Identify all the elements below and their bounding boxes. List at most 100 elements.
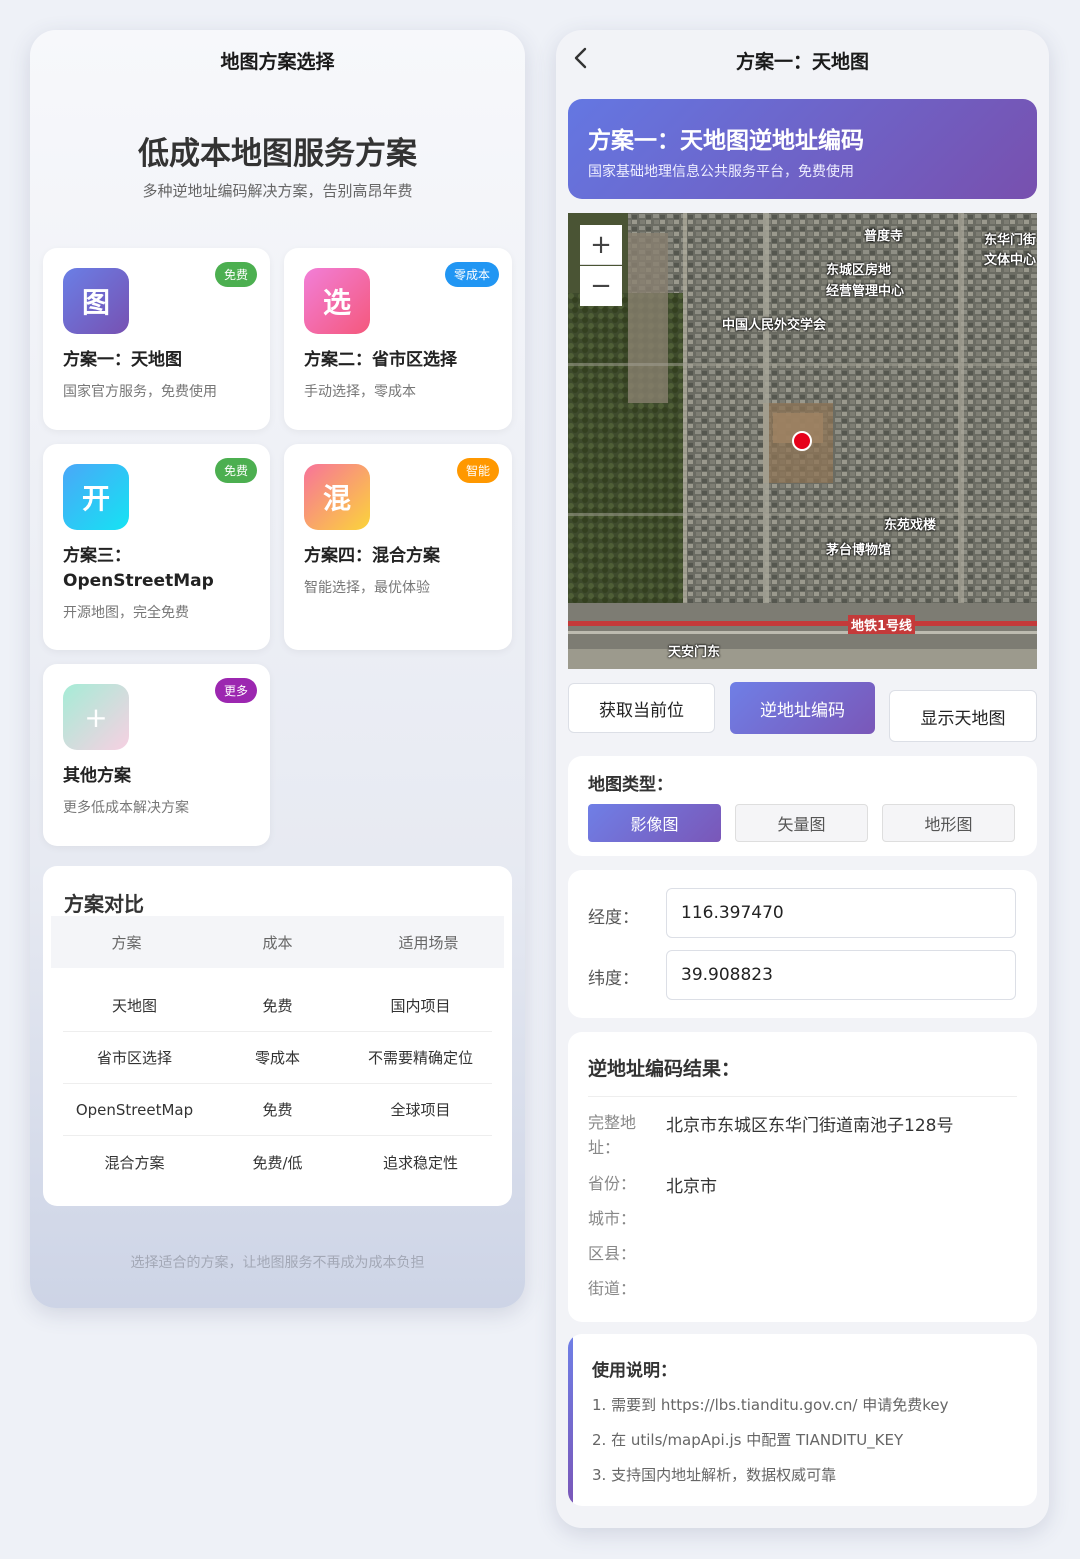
table-cell: 追求稳定性 xyxy=(382,1153,458,1172)
location-marker xyxy=(792,431,812,451)
header-scheme: 方案 xyxy=(111,933,142,952)
footer-note: 选择适合的方案，让地图服务不再成为成本负担 xyxy=(130,1255,425,1271)
header-cost: 成本 xyxy=(262,933,293,952)
card-title: 方案三： OpenStreetMap xyxy=(63,544,256,594)
map-type-imagery[interactable]: 影像图 xyxy=(588,804,721,842)
table-row: OpenStreetMap 免费 全球项目 xyxy=(63,1084,492,1136)
map-type-section: 地图类型： 影像图 矢量图 地形图 xyxy=(568,756,1037,856)
card-desc: 手动选择，零成本 xyxy=(304,384,416,400)
table-row: 混合方案 免费/低 追求稳定性 xyxy=(63,1136,492,1188)
map-label: 东苑戏楼 xyxy=(884,518,937,533)
table-cell: 国内项目 xyxy=(390,997,451,1015)
district-label: 区县： xyxy=(588,1244,637,1263)
map-label: 天安门东 xyxy=(668,645,721,660)
geocode-result-section: 逆地址编码结果： 完整地 址： 北京市东城区东华门街道南池子128号 省份： 北… xyxy=(568,1032,1037,1322)
table-cell: 全球项目 xyxy=(390,1101,451,1119)
full-address-value: 北京市东城区东华门街道南池子128号 xyxy=(666,1116,954,1136)
comparison-table: 方案对比 方案 成本 适用场景 天地图 免费 国内项目 省市区选择 零成本 不需… xyxy=(43,866,512,1206)
scheme-card-region-select[interactable]: 选 零成本 方案二：省市区选择 手动选择，零成本 xyxy=(284,248,512,430)
card-desc: 开源地图，完全免费 xyxy=(63,605,189,621)
table-cell: 免费 xyxy=(262,1101,293,1119)
full-address-label-line1: 完整地 xyxy=(588,1113,637,1132)
table-cell: 免费 xyxy=(262,997,293,1015)
scheme-card-tianditu[interactable]: 图 免费 方案一：天地图 国家官方服务，免费使用 xyxy=(43,248,270,430)
scheme-card-more[interactable]: + 更多 其他方案 更多低成本解决方案 xyxy=(43,664,270,846)
hero-title: 低成本地图服务方案 xyxy=(138,136,417,172)
map-type-label: 地图类型： xyxy=(588,775,673,795)
city-label: 城市： xyxy=(588,1209,637,1228)
scheme-card-openstreetmap[interactable]: 开 免费 方案三： OpenStreetMap 开源地图，完全免费 xyxy=(43,444,270,650)
nav-title: 地图方案选择 xyxy=(220,51,335,73)
map-label: 茅台博物馆 xyxy=(826,543,892,558)
province-label: 省份： xyxy=(588,1174,637,1193)
card-title-line1: 方案三： xyxy=(63,546,131,566)
usage-item: 2. 在 utils/mapApi.js 中配置 TIANDITU_KEY xyxy=(592,1431,904,1449)
scheme-banner: 方案一：天地图逆地址编码 国家基础地理信息公共服务平台，免费使用 xyxy=(568,99,1037,199)
map-label: 文体中心 xyxy=(984,253,1037,268)
card-title: 方案二：省市区选择 xyxy=(304,350,457,370)
map-type-vector[interactable]: 矢量图 xyxy=(735,804,868,842)
longitude-label: 经度： xyxy=(588,908,639,928)
full-address-label: 完整地 址： xyxy=(588,1110,636,1160)
latitude-input[interactable]: 39.908823 xyxy=(666,950,1016,1000)
map-label: 普度寺 xyxy=(864,229,904,244)
longitude-input[interactable]: 116.397470 xyxy=(666,888,1016,938)
table-row: 省市区选择 零成本 不需要精确定位 xyxy=(63,1032,492,1084)
banner-subtitle: 国家基础地理信息公共服务平台，免费使用 xyxy=(588,164,854,180)
card-title: 其他方案 xyxy=(63,766,131,786)
zoom-out-button[interactable]: − xyxy=(580,266,622,306)
table-cell: OpenStreetMap xyxy=(75,1100,194,1119)
free-badge: 免费 xyxy=(214,262,257,287)
usage-notes-section: 使用说明： 1. 需要到 https://lbs.tianditu.gov.cn… xyxy=(568,1334,1037,1506)
banner-title: 方案一：天地图逆地址编码 xyxy=(588,128,864,154)
card-title-line2: OpenStreetMap xyxy=(63,571,214,591)
table-cell: 天地图 xyxy=(111,997,157,1015)
hero-subtitle: 多种逆地址编码解决方案，告别高昂年费 xyxy=(142,182,413,200)
hybrid-icon: 混 xyxy=(304,464,370,530)
card-title: 方案一：天地图 xyxy=(63,350,182,370)
table-cell: 零成本 xyxy=(254,1049,300,1067)
table-cell: 免费/低 xyxy=(252,1153,303,1172)
select-icon: 选 xyxy=(304,268,370,334)
usage-item: 1. 需要到 https://lbs.tianditu.gov.cn/ 申请免费… xyxy=(592,1396,949,1414)
map-icon: 图 xyxy=(63,268,129,334)
usage-item: 3. 支持国内地址解析，数据权威可靠 xyxy=(592,1466,837,1484)
zoom-in-button[interactable]: + xyxy=(580,225,622,265)
card-desc: 国家官方服务，免费使用 xyxy=(63,384,217,400)
header-scenario: 适用场景 xyxy=(398,933,459,952)
table-row: 天地图 免费 国内项目 xyxy=(63,980,492,1032)
scheme-selection-screen: 地图方案选择 低成本地图服务方案 多种逆地址编码解决方案，告别高昂年费 图 免费… xyxy=(30,30,525,1308)
subway-line-label: 地铁1号线 xyxy=(848,615,916,634)
map-label: 东城区房地 xyxy=(826,263,892,278)
table-header: 方案 成本 适用场景 xyxy=(51,916,504,968)
accent-bar xyxy=(568,1334,573,1506)
comparison-title: 方案对比 xyxy=(64,892,144,916)
zero-cost-badge: 零成本 xyxy=(444,262,499,287)
full-address-label-line2: 址： xyxy=(588,1138,621,1157)
table-cell: 混合方案 xyxy=(104,1153,165,1172)
plus-icon: + xyxy=(63,684,129,750)
map-label: 东华门街 xyxy=(984,233,1037,248)
result-title: 逆地址编码结果： xyxy=(588,1058,741,1080)
map-type-terrain[interactable]: 地形图 xyxy=(882,804,1015,842)
reverse-geocode-button[interactable]: 逆地址编码 xyxy=(730,682,875,734)
usage-title: 使用说明： xyxy=(592,1361,677,1381)
show-tianditu-button[interactable]: 显示天地图 xyxy=(889,690,1037,742)
map-label: 经营管理中心 xyxy=(826,284,905,299)
province-value: 北京市 xyxy=(666,1177,717,1197)
nav-title: 方案一：天地图 xyxy=(735,51,869,73)
get-location-button[interactable]: 获取当前位 xyxy=(568,683,715,733)
scheme-card-hybrid[interactable]: 混 智能 方案四：混合方案 智能选择，最优体验 xyxy=(284,444,512,650)
divider xyxy=(588,1096,1017,1097)
tianditu-detail-screen: 方案一：天地图 方案一：天地图逆地址编码 国家基础地理信息公共服务平台，免费使用 xyxy=(556,30,1049,1528)
smart-badge: 智能 xyxy=(456,458,499,483)
latitude-label: 纬度： xyxy=(588,969,639,989)
open-icon: 开 xyxy=(63,464,129,530)
card-desc: 智能选择，最优体验 xyxy=(304,580,430,596)
satellite-map[interactable]: + − 普度寺 东城区房地 经营管理中心 东华门街 文体中心 中国人民外交学会 … xyxy=(568,213,1037,669)
free-badge: 免费 xyxy=(214,458,257,483)
table-cell: 省市区选择 xyxy=(96,1049,172,1067)
table-cell: 不需要精确定位 xyxy=(367,1049,473,1067)
card-desc: 更多低成本解决方案 xyxy=(63,800,189,816)
map-label: 中国人民外交学会 xyxy=(722,318,827,333)
